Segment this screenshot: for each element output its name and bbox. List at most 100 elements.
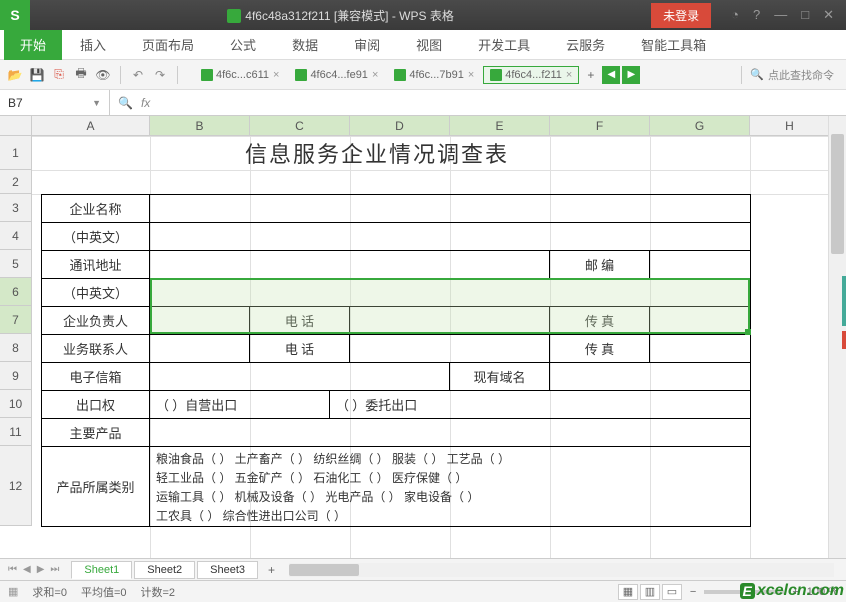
row-header[interactable]: 8 bbox=[0, 334, 32, 362]
cell[interactable]: （ ）自营出口 bbox=[150, 391, 330, 418]
menu-review[interactable]: 审阅 bbox=[336, 35, 398, 54]
doc-tab[interactable]: 4f6c4...fe91× bbox=[288, 66, 385, 84]
sheet-tab[interactable]: Sheet1 bbox=[71, 561, 132, 579]
window-title: 4f6c48a312f211 [兼容模式] - WPS 表格 bbox=[30, 7, 651, 24]
menu-view[interactable]: 视图 bbox=[398, 35, 460, 54]
name-box[interactable]: B7▼ bbox=[0, 90, 110, 115]
row-header[interactable]: 2 bbox=[0, 170, 32, 194]
login-button[interactable]: 未登录 bbox=[651, 3, 711, 28]
close-tab-icon[interactable]: × bbox=[468, 69, 474, 81]
close-tab-icon[interactable]: × bbox=[566, 69, 572, 81]
doc-tab[interactable]: 4f6c...c611× bbox=[194, 66, 286, 84]
col-header[interactable]: G bbox=[650, 116, 750, 136]
sheet-tab[interactable]: Sheet2 bbox=[134, 561, 195, 579]
save-icon[interactable]: 💾 bbox=[28, 66, 46, 84]
cell[interactable] bbox=[150, 279, 750, 306]
scroll-thumb[interactable] bbox=[831, 134, 844, 254]
cell[interactable] bbox=[550, 363, 750, 390]
help-icon[interactable]: ? bbox=[753, 7, 760, 23]
minimize-icon[interactable]: — bbox=[774, 7, 787, 23]
fx-area: 🔍 fx bbox=[110, 96, 158, 110]
cell[interactable] bbox=[350, 307, 550, 334]
menu-formula[interactable]: 公式 bbox=[212, 35, 274, 54]
menu-data[interactable]: 数据 bbox=[274, 35, 336, 54]
sheet-prev-icon[interactable]: ◀ bbox=[21, 564, 33, 575]
select-all-corner[interactable] bbox=[0, 116, 32, 136]
col-header[interactable]: B bbox=[150, 116, 250, 136]
cell[interactable] bbox=[150, 335, 250, 362]
sheet-next-icon[interactable]: ▶ bbox=[35, 564, 47, 575]
menu-tools[interactable]: 智能工具箱 bbox=[623, 35, 724, 54]
fx-label[interactable]: fx bbox=[141, 96, 150, 110]
col-header[interactable]: D bbox=[350, 116, 450, 136]
row-header[interactable]: 4 bbox=[0, 222, 32, 250]
sheet-first-icon[interactable]: ⏮ bbox=[6, 564, 19, 575]
row-header[interactable]: 3 bbox=[0, 194, 32, 222]
cell[interactable] bbox=[150, 419, 750, 446]
open-icon[interactable]: 📂 bbox=[6, 66, 24, 84]
sheet-tab[interactable]: Sheet3 bbox=[197, 561, 258, 579]
col-header[interactable]: H bbox=[750, 116, 830, 136]
horizontal-scrollbar[interactable] bbox=[289, 563, 834, 577]
vertical-scrollbar[interactable] bbox=[828, 116, 846, 558]
view-normal-button[interactable]: ▦ bbox=[618, 584, 638, 600]
cell[interactable] bbox=[650, 335, 750, 362]
row-header[interactable]: 12 bbox=[0, 446, 32, 526]
row-header[interactable]: 11 bbox=[0, 418, 32, 446]
dropdown-icon[interactable]: ▼ bbox=[92, 98, 101, 108]
cell-label: （中英文） bbox=[42, 279, 150, 306]
row-header[interactable]: 9 bbox=[0, 362, 32, 390]
menu-insert[interactable]: 插入 bbox=[62, 35, 124, 54]
cell[interactable] bbox=[150, 363, 450, 390]
side-indicator bbox=[842, 276, 846, 326]
doc-tab-active[interactable]: 4f6c4...f211× bbox=[483, 66, 579, 84]
scroll-thumb[interactable] bbox=[289, 564, 359, 576]
zoom-out-button[interactable]: − bbox=[690, 586, 696, 598]
maximize-icon[interactable]: □ bbox=[801, 7, 809, 23]
cell-categories[interactable]: 粮油食品（ ） 土产畜产（ ） 纺织丝绸（ ） 服装（ ） 工艺品（ ） 轻工业… bbox=[150, 447, 750, 526]
menu-cloud[interactable]: 云服务 bbox=[548, 35, 623, 54]
menu-dev[interactable]: 开发工具 bbox=[460, 35, 548, 54]
doc-icon bbox=[295, 69, 307, 81]
doc-tab[interactable]: 4f6c...7b91× bbox=[387, 66, 481, 84]
undo-icon[interactable]: ↶ bbox=[129, 66, 147, 84]
cell-label: 传 真 bbox=[550, 307, 650, 334]
cell[interactable] bbox=[150, 223, 750, 250]
row-header[interactable]: 5 bbox=[0, 250, 32, 278]
close-tab-icon[interactable]: × bbox=[372, 69, 378, 81]
cell-grid[interactable]: 信息服务企业情况调查表 企业名称 （中英文） 通讯地址邮 编 （中英文） 企业负… bbox=[32, 136, 828, 558]
close-tab-icon[interactable]: × bbox=[273, 69, 279, 81]
row-header[interactable]: 6 bbox=[0, 278, 32, 306]
tab-next-button[interactable]: ▶ bbox=[622, 66, 640, 84]
cell[interactable] bbox=[650, 307, 750, 334]
sheet-last-icon[interactable]: ⏭ bbox=[48, 564, 61, 575]
cell[interactable] bbox=[150, 307, 250, 334]
preview-icon[interactable]: 👁 bbox=[94, 66, 112, 84]
fx-search-icon[interactable]: 🔍 bbox=[118, 96, 133, 110]
cell[interactable] bbox=[150, 251, 550, 278]
row-header[interactable]: 10 bbox=[0, 390, 32, 418]
redo-icon[interactable]: ↷ bbox=[151, 66, 169, 84]
command-search[interactable]: 🔍 点此查找命令 bbox=[750, 67, 840, 83]
cell[interactable] bbox=[150, 195, 750, 222]
cell[interactable] bbox=[650, 251, 750, 278]
col-header[interactable]: A bbox=[32, 116, 150, 136]
cell[interactable] bbox=[350, 335, 550, 362]
view-break-button[interactable]: ▭ bbox=[662, 584, 682, 600]
row-header[interactable]: 7 bbox=[0, 306, 32, 334]
close-icon[interactable]: ✕ bbox=[823, 7, 834, 23]
print-icon[interactable]: 🖶 bbox=[72, 66, 90, 84]
col-header[interactable]: C bbox=[250, 116, 350, 136]
add-tab-button[interactable]: + bbox=[581, 66, 600, 84]
row-header[interactable]: 1 bbox=[0, 136, 32, 170]
add-sheet-button[interactable]: + bbox=[260, 561, 283, 579]
sync-icon[interactable]: ◔ bbox=[731, 7, 739, 23]
view-page-button[interactable]: ▥ bbox=[640, 584, 660, 600]
export-icon[interactable]: ⎘ bbox=[50, 66, 68, 84]
menu-layout[interactable]: 页面布局 bbox=[124, 35, 212, 54]
col-header[interactable]: E bbox=[450, 116, 550, 136]
cell[interactable]: （ ）委托出口 bbox=[330, 391, 750, 418]
tab-prev-button[interactable]: ◀ bbox=[602, 66, 620, 84]
menu-start[interactable]: 开始 bbox=[4, 30, 62, 60]
col-header[interactable]: F bbox=[550, 116, 650, 136]
